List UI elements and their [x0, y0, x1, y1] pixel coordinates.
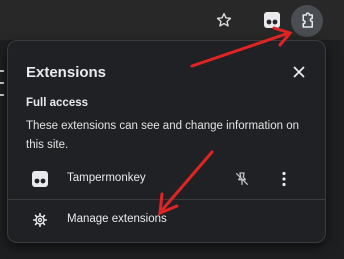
bookmark-star-button[interactable] — [210, 6, 238, 34]
gear-icon — [32, 212, 48, 228]
section-description: These extensions can see and change info… — [26, 120, 299, 151]
close-button[interactable] — [288, 61, 310, 83]
tampermonkey-icon — [32, 171, 48, 187]
pin-off-icon — [236, 172, 248, 185]
extensions-popup: Extensions Full access These extensions … — [7, 40, 326, 243]
extension-name: Tampermonkey — [67, 172, 146, 184]
more-options-button[interactable] — [274, 167, 294, 191]
popup-title: Extensions — [26, 64, 107, 81]
more-vert-icon — [282, 171, 286, 187]
tampermonkey-toolbar-button[interactable] — [258, 6, 286, 34]
divider — [8, 199, 325, 200]
section-heading: Full access — [26, 97, 89, 109]
extension-row-tampermonkey[interactable]: Tampermonkey — [8, 161, 325, 197]
close-icon — [293, 66, 305, 78]
manage-extensions-label: Manage extensions — [67, 213, 167, 225]
puzzle-icon — [302, 12, 313, 28]
manage-extensions-button[interactable]: Manage extensions — [8, 204, 325, 236]
tampermonkey-icon — [264, 12, 280, 28]
extensions-toolbar-button[interactable] — [291, 5, 323, 37]
browser-toolbar — [0, 0, 344, 40]
star-icon — [216, 13, 232, 27]
pin-button[interactable] — [230, 167, 254, 191]
